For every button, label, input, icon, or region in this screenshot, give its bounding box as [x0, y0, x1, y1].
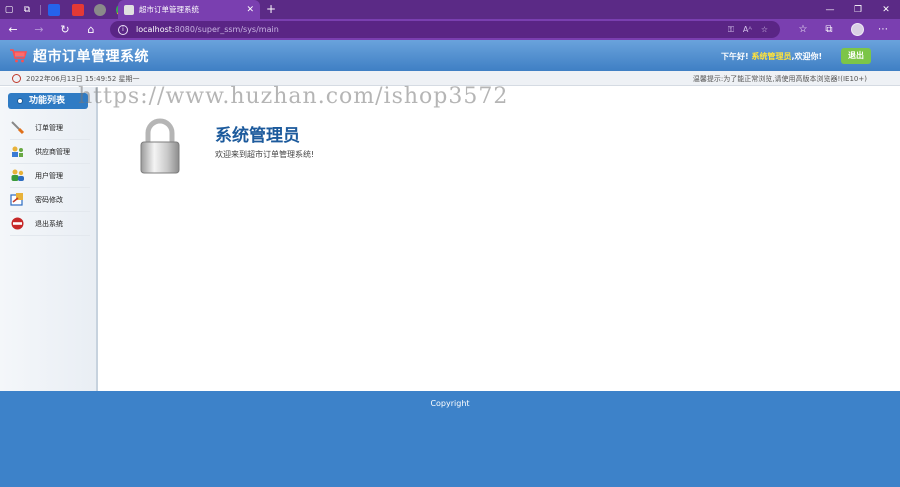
pinned-tab-2[interactable]: [69, 0, 87, 19]
pinned-tab-1[interactable]: [45, 0, 63, 19]
greeting-text: 下午好!: [721, 52, 749, 61]
watermark-text: https://www.huzhan.com/ishop3572: [78, 84, 509, 109]
order-icon: [10, 120, 25, 135]
add-favorite-icon[interactable]: ☆: [761, 25, 768, 34]
sidebar-item-exit[interactable]: 退出系统: [10, 212, 90, 236]
new-tab-button[interactable]: +: [264, 2, 278, 16]
sidebar: 功能列表 订单管理 供应商管理 用户管理 密码修改 退出系统: [0, 87, 98, 391]
sidebar-item-label: 用户管理: [35, 171, 63, 180]
footer: Copyright: [0, 391, 900, 487]
maximize-icon[interactable]: ❐: [844, 0, 872, 19]
site-favicon-icon: [48, 3, 60, 16]
minimize-icon[interactable]: —: [816, 0, 844, 19]
sidebar-item-label: 供应商管理: [35, 147, 70, 156]
back-icon[interactable]: ←: [0, 19, 26, 40]
role-title: 系统管理员: [215, 126, 300, 146]
tab-actions-icon[interactable]: ⧉: [18, 0, 36, 19]
site-favicon-icon: [94, 3, 106, 16]
clock-icon: [12, 74, 21, 83]
tab-title: 超市订单管理系统: [139, 5, 199, 14]
address-bar[interactable]: i localhost:8080/super_ssm/sys/main ⚿ Aᴬ…: [110, 21, 780, 38]
collections-icon[interactable]: ⧉: [818, 19, 840, 40]
users-icon: [10, 168, 25, 183]
welcome-message: 欢迎来到超市订单管理系统!: [215, 150, 315, 159]
favorites-icon[interactable]: ☆: [792, 19, 814, 40]
sidebar-item-users[interactable]: 用户管理: [10, 164, 90, 188]
exit-icon: [10, 216, 25, 231]
password-icon: [10, 192, 25, 207]
logout-button[interactable]: 退出: [841, 48, 871, 64]
active-tab[interactable]: 超市订单管理系统 ✕: [118, 0, 260, 19]
page-favicon-icon: [124, 4, 134, 15]
current-datetime: 2022年06月13日 15:49:52 星期一: [26, 75, 140, 83]
sidebar-item-orders[interactable]: 订单管理: [10, 116, 90, 140]
welcome-suffix: ,欢迎你!: [791, 52, 823, 61]
close-window-icon[interactable]: ✕: [872, 0, 900, 19]
sidebar-item-password[interactable]: 密码修改: [10, 188, 90, 212]
bullet-icon: [17, 98, 23, 104]
browser-tip: 温馨提示:为了能正常浏览,请使用高版本浏览器!(IE10+): [692, 75, 867, 83]
app-title: 超市订单管理系统: [33, 49, 149, 65]
site-favicon-icon: [72, 3, 84, 16]
sidebar-item-suppliers[interactable]: 供应商管理: [10, 140, 90, 164]
app-header: 超市订单管理系统 下午好! 系统管理员,欢迎你! 退出: [0, 40, 900, 71]
key-icon[interactable]: ⚿: [728, 25, 734, 35]
profile-icon[interactable]: [846, 19, 868, 40]
read-aloud-icon[interactable]: Aᴬ: [743, 25, 752, 34]
greeting: 下午好! 系统管理员,欢迎你!: [721, 51, 822, 62]
supplier-icon: [10, 144, 25, 159]
menu-title: 功能列表: [29, 96, 66, 106]
copyright: Copyright: [430, 399, 470, 408]
workspaces-icon[interactable]: ▢: [0, 0, 18, 19]
refresh-icon[interactable]: ↻: [52, 19, 78, 40]
url-path: :8080/super_ssm/sys/main: [171, 25, 279, 34]
browser-toolbar: ← → ↻ ⌂ i localhost:8080/super_ssm/sys/m…: [0, 19, 900, 40]
sidebar-item-label: 密码修改: [35, 195, 63, 204]
main-content: 系统管理员 欢迎来到超市订单管理系统!: [100, 87, 900, 391]
close-tab-icon[interactable]: ✕: [246, 5, 254, 15]
menu-header: 功能列表: [8, 93, 88, 109]
avatar: [850, 23, 864, 36]
shopping-cart-icon: [10, 49, 27, 63]
more-menu-icon[interactable]: ⋯: [872, 19, 894, 40]
url-host: localhost: [136, 25, 172, 34]
sidebar-item-label: 订单管理: [35, 123, 63, 132]
pinned-tab-3[interactable]: [91, 0, 109, 19]
forward-icon[interactable]: →: [26, 19, 52, 40]
tab-divider: [40, 4, 41, 15]
site-info-icon[interactable]: i: [118, 24, 128, 35]
home-icon[interactable]: ⌂: [78, 19, 104, 40]
current-user-name: 系统管理员: [751, 52, 792, 61]
sidebar-item-label: 退出系统: [35, 219, 63, 228]
lock-icon: [140, 118, 180, 174]
